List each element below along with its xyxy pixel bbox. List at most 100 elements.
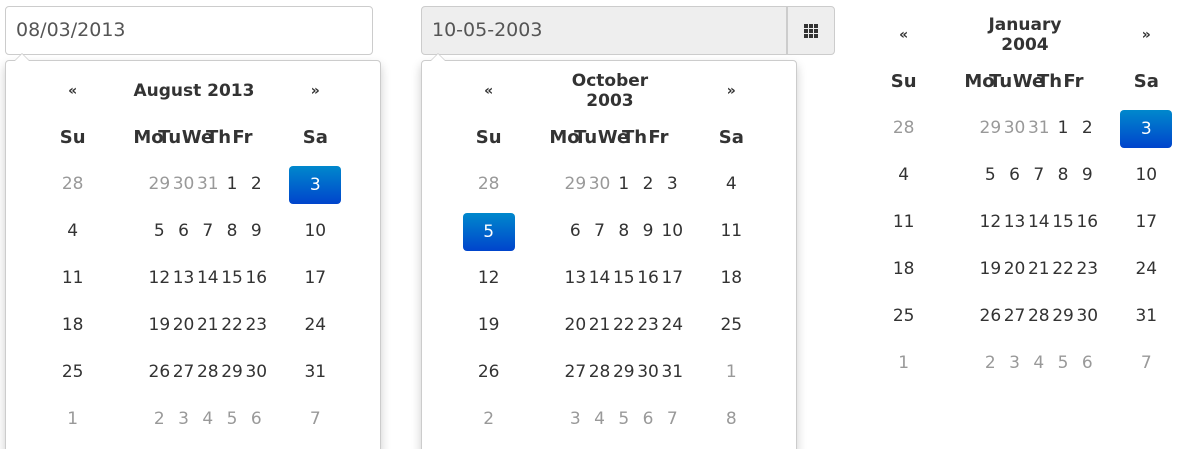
calendar-day[interactable]: 6 (158, 208, 189, 255)
calendar-day[interactable]: 6 (549, 208, 581, 255)
calendar-day[interactable]: 20 (549, 302, 587, 349)
calendar-day[interactable]: 23 (622, 302, 659, 349)
calendar-day[interactable]: 22 (206, 302, 243, 349)
calendar-day[interactable]: 14 (574, 255, 611, 302)
calendar-day[interactable]: 9 (622, 208, 654, 255)
calendar-day[interactable]: 7 (182, 208, 213, 255)
calendar-day[interactable]: 24 (646, 302, 683, 349)
calendar-day[interactable]: 23 (1061, 246, 1098, 293)
month-title[interactable]: October 2003 (549, 67, 670, 114)
calendar-day[interactable]: 2 (622, 161, 654, 208)
date-input-1[interactable]: 08/03/2013 (5, 6, 373, 55)
calendar-day[interactable]: 27 (158, 349, 195, 396)
calendar-day[interactable]: 6 (230, 396, 262, 443)
calendar-day[interactable]: 2 (1061, 105, 1093, 152)
calendar-day[interactable]: 12 (133, 255, 171, 302)
calendar-day[interactable]: 17 (646, 255, 683, 302)
next-month-button[interactable]: » (671, 67, 792, 114)
calendar-day[interactable]: 21 (574, 302, 611, 349)
calendar-day[interactable]: 26 (964, 293, 1002, 340)
prev-month-button[interactable]: « (12, 67, 133, 114)
calendar-day[interactable]: 20 (158, 302, 195, 349)
calendar-day[interactable]: 12 (964, 199, 1002, 246)
calendar-day[interactable]: 4 (843, 152, 964, 199)
calendar-day[interactable]: 19 (428, 302, 549, 349)
calendar-day[interactable]: 5 (598, 396, 629, 443)
calendar-day[interactable]: 22 (1037, 246, 1074, 293)
calendar-day[interactable]: 29 (964, 105, 1002, 152)
calendar-day[interactable]: 4 (182, 396, 213, 443)
calendar-day[interactable]: 18 (843, 246, 964, 293)
calendar-day[interactable]: 29 (133, 161, 171, 208)
calendar-day[interactable]: 1 (843, 340, 964, 387)
calendar-day[interactable]: 14 (182, 255, 219, 302)
calendar-day[interactable]: 6 (1061, 340, 1093, 387)
calendar-day[interactable]: 27 (989, 293, 1026, 340)
calendar-day[interactable]: 16 (230, 255, 267, 302)
calendar-day[interactable]: 1 (598, 161, 629, 208)
calendar-day[interactable]: 2 (964, 340, 996, 387)
calendar-day[interactable]: 3 (646, 161, 678, 208)
calendar-day[interactable]: 6 (622, 396, 654, 443)
calendar-day[interactable]: 30 (622, 349, 659, 396)
calendar-day[interactable]: 29 (549, 161, 587, 208)
calendar-day[interactable]: 3 (549, 396, 581, 443)
calendar-day[interactable]: 8 (1037, 152, 1069, 199)
calendar-day[interactable]: 18 (12, 302, 133, 349)
calendar-day[interactable]: 1 (206, 161, 238, 208)
calendar-day[interactable]: 30 (574, 161, 611, 208)
calendar-day[interactable]: 28 (574, 349, 611, 396)
calendar-day[interactable]: 5 (206, 396, 238, 443)
calendar-day[interactable]: 28 (843, 105, 964, 152)
selected-day[interactable]: 5 (428, 208, 549, 255)
next-month-button[interactable]: » (1086, 11, 1202, 58)
calendar-day[interactable]: 30 (158, 161, 195, 208)
calendar-day[interactable]: 5 (964, 152, 996, 199)
calendar-day[interactable]: 5 (1037, 340, 1069, 387)
prev-month-button[interactable]: « (843, 11, 964, 58)
calendar-day[interactable]: 21 (1013, 246, 1050, 293)
calendar-day[interactable]: 30 (230, 349, 267, 396)
calendar-day[interactable]: 15 (598, 255, 635, 302)
calendar-day[interactable]: 25 (12, 349, 133, 396)
calendar-day[interactable]: 4 (12, 208, 133, 255)
calendar-day[interactable]: 14 (1013, 199, 1050, 246)
next-month-button[interactable]: » (255, 67, 376, 114)
calendar-day[interactable]: 3 (989, 340, 1020, 387)
calendar-day[interactable]: 28 (12, 161, 133, 208)
calendar-day[interactable]: 29 (1037, 293, 1074, 340)
calendar-day[interactable]: 31 (646, 349, 683, 396)
calendar-day[interactable]: 2 (428, 396, 549, 443)
calendar-day[interactable]: 28 (1013, 293, 1050, 340)
calendar-day[interactable]: 29 (598, 349, 635, 396)
calendar-day[interactable]: 23 (230, 302, 267, 349)
calendar-day[interactable]: 16 (1061, 199, 1098, 246)
month-title[interactable]: August 2013 (133, 67, 254, 114)
calendar-day[interactable]: 31 (1013, 105, 1050, 152)
calendar-day[interactable]: 15 (206, 255, 243, 302)
calendar-day[interactable]: 12 (428, 255, 549, 302)
calendar-day[interactable]: 9 (1061, 152, 1093, 199)
calendar-day[interactable]: 25 (843, 293, 964, 340)
calendar-day[interactable]: 1 (1037, 105, 1069, 152)
calendar-day[interactable]: 30 (1061, 293, 1098, 340)
calendar-day[interactable]: 21 (182, 302, 219, 349)
calendar-day[interactable]: 28 (182, 349, 219, 396)
prev-month-button[interactable]: « (428, 67, 549, 114)
calendar-day[interactable]: 8 (206, 208, 238, 255)
calendar-day[interactable]: 22 (598, 302, 635, 349)
calendar-day[interactable]: 3 (158, 396, 189, 443)
calendar-day[interactable]: 27 (549, 349, 587, 396)
month-title[interactable]: January 2004 (964, 11, 1085, 58)
calendar-day[interactable]: 13 (549, 255, 587, 302)
calendar-day[interactable]: 7 (646, 396, 678, 443)
calendar-day[interactable]: 28 (428, 161, 549, 208)
calendar-day[interactable]: 2 (230, 161, 262, 208)
calendar-day[interactable]: 4 (574, 396, 605, 443)
calendar-day[interactable]: 19 (964, 246, 1002, 293)
calendar-day[interactable]: 13 (989, 199, 1026, 246)
calendar-day[interactable]: 31 (182, 161, 219, 208)
calendar-day[interactable]: 29 (206, 349, 243, 396)
calendar-day[interactable]: 10 (646, 208, 683, 255)
calendar-day[interactable]: 7 (574, 208, 605, 255)
